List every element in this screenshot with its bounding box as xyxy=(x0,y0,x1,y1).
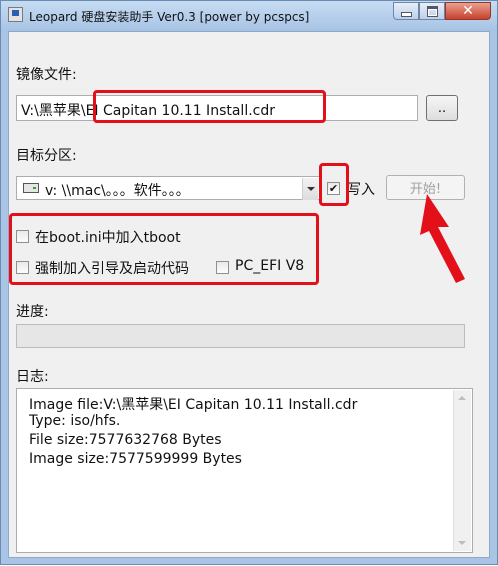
start-button[interactable]: 开始! xyxy=(386,175,465,200)
scroll-up-icon[interactable] xyxy=(458,396,466,400)
close-button[interactable]: ✕ xyxy=(445,2,491,20)
image-file-label: 镜像文件: xyxy=(16,67,77,83)
highlight-options xyxy=(9,213,319,285)
maximize-button[interactable] xyxy=(419,2,445,20)
title-bar[interactable]: Leopard 硬盘安装助手 Ver0.3 [power by pcspcs] … xyxy=(1,1,497,31)
window-title: Leopard 硬盘安装助手 Ver0.3 [power by pcspcs] xyxy=(29,10,310,24)
maximize-icon xyxy=(426,5,438,17)
app-window: Leopard 硬盘安装助手 Ver0.3 [power by pcspcs] … xyxy=(0,0,498,565)
log-line: Image size:7577599999 Bytes xyxy=(29,451,242,467)
progress-bar xyxy=(16,324,465,348)
browse-button[interactable]: .. xyxy=(426,95,458,121)
app-icon xyxy=(8,7,23,22)
log-scrollbar[interactable] xyxy=(453,390,471,551)
chevron-down-icon xyxy=(306,187,315,191)
write-label: 写入 xyxy=(347,182,375,198)
progress-label: 进度: xyxy=(16,304,49,320)
minimize-icon xyxy=(400,11,412,17)
log-line: Image file:V:\黑苹果\EI Capitan 10.11 Insta… xyxy=(29,397,358,413)
partition-select[interactable]: v: \\mac\。。。软件。。。 xyxy=(16,176,320,200)
close-icon: ✕ xyxy=(462,3,474,19)
log-line: File size:7577632768 Bytes xyxy=(29,432,222,448)
target-partition-label: 目标分区: xyxy=(16,148,77,164)
minimize-button[interactable] xyxy=(393,2,419,20)
log-textarea[interactable]: Image file:V:\黑苹果\EI Capitan 10.11 Insta… xyxy=(16,388,473,553)
log-line: Type: iso/hfs. xyxy=(29,413,121,429)
partition-select-value: v: \\mac\。。。软件。。。 xyxy=(45,183,190,199)
dropdown-button[interactable] xyxy=(302,178,318,200)
drive-icon xyxy=(23,183,39,193)
scroll-down-icon[interactable] xyxy=(458,541,466,545)
highlight-write-checkbox xyxy=(319,163,349,206)
highlight-image-filename xyxy=(93,90,326,123)
log-label: 日志: xyxy=(16,369,49,385)
